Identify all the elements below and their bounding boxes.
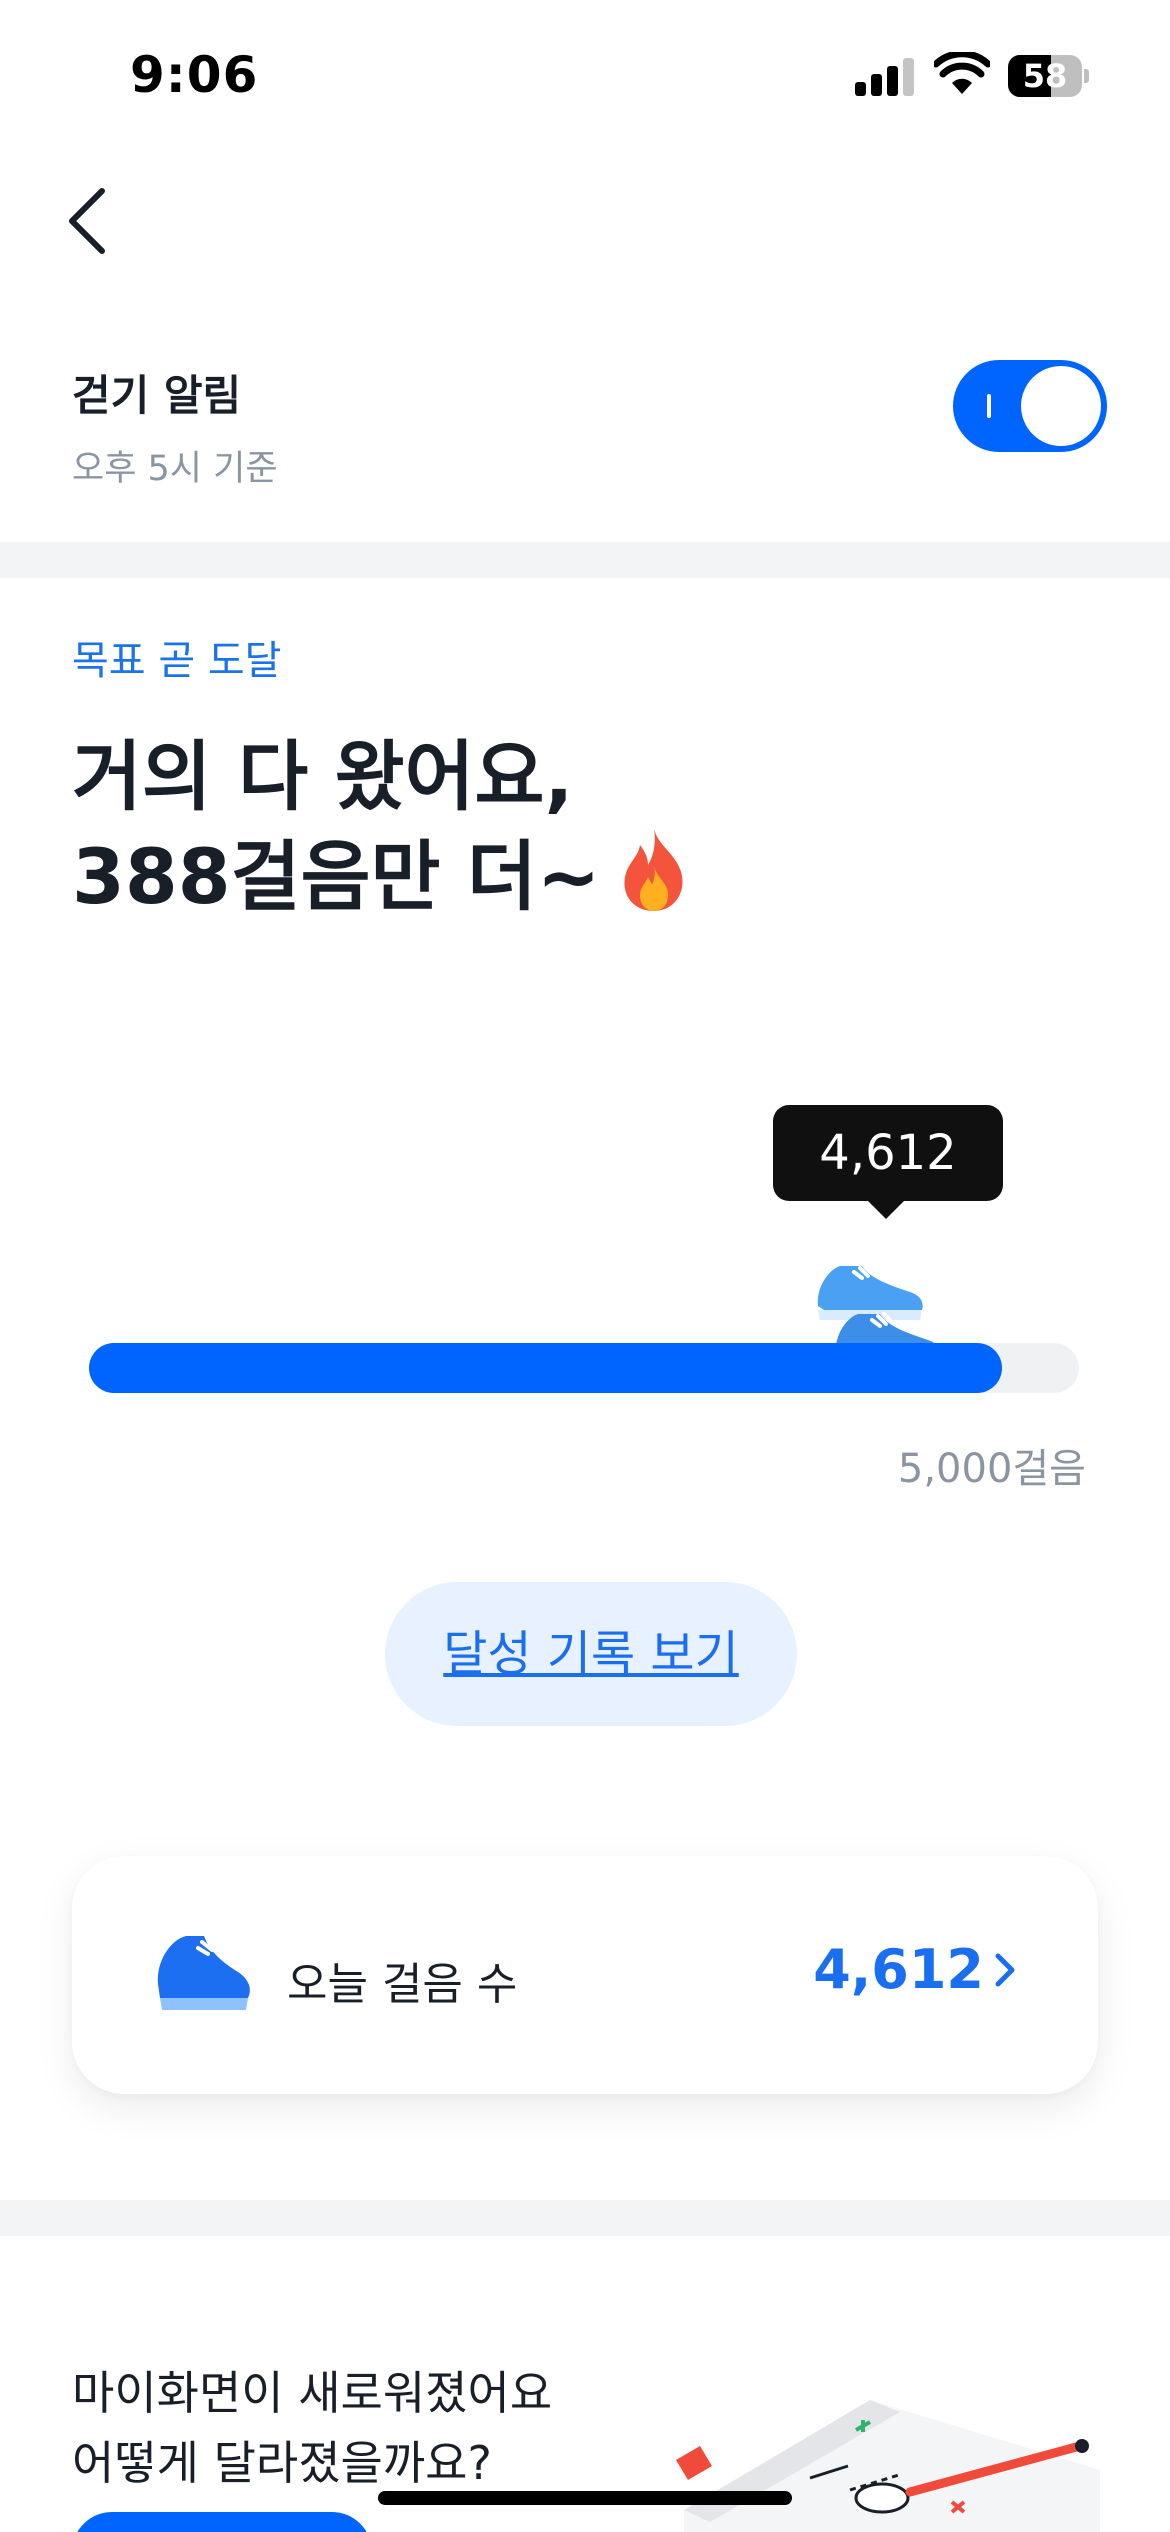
promo-line-2: 어떻게 달라졌을까요? (72, 2436, 492, 2490)
today-steps-card[interactable]: 오늘 걸음 수 4,612 (72, 1856, 1098, 2094)
shoe-icon (157, 1936, 250, 2010)
achievement-history-button[interactable]: 달성 기록 보기 (385, 1582, 797, 1726)
wifi-icon (934, 52, 990, 94)
promo-text: 마이화면이 새로워졌어요 어떻게 달라졌을까요? (72, 2358, 552, 2498)
home-indicator (378, 2491, 792, 2505)
goal-tag: 목표 곧 도달 (72, 638, 282, 684)
today-steps-value: 4,612 (813, 1938, 1018, 2001)
section-divider (0, 2200, 1170, 2236)
today-steps-number: 4,612 (813, 1938, 984, 2001)
status-time: 9:06 (130, 46, 259, 104)
promo-button[interactable] (72, 2512, 372, 2532)
fire-icon (624, 829, 683, 911)
tooltip-arrow (866, 1199, 906, 1219)
headline-line-2: 388걸음만 더~ (72, 832, 601, 921)
steps-progress-fill (89, 1343, 1003, 1393)
today-steps-label: 오늘 걸음 수 (287, 1959, 518, 2010)
current-steps-tooltip: 4,612 (773, 1105, 1003, 1201)
section-divider (0, 542, 1170, 578)
headline-line-1: 거의 다 왔어요, (72, 732, 574, 821)
toggle-knob (1021, 366, 1101, 446)
walk-alarm-subtitle: 오후 5시 기준 (72, 449, 278, 489)
walk-alarm-title: 걷기 알림 (72, 371, 242, 420)
goal-steps-label: 5,000걸음 (897, 1446, 1086, 1492)
battery-level: 58 (1022, 57, 1068, 95)
walk-alarm-toggle[interactable] (953, 360, 1107, 452)
back-button[interactable] (50, 175, 130, 265)
promo-line-1: 마이화면이 새로워졌어요 (72, 2366, 553, 2420)
chevron-right-icon (995, 1953, 1015, 1987)
cellular-signal-icon (855, 58, 915, 96)
battery-icon: 58 (1008, 55, 1089, 97)
goal-headline: 거의 다 왔어요, 388걸음만 더~ (72, 727, 694, 927)
steps-progress-bar (89, 1343, 1079, 1393)
back-chevron-icon (69, 188, 105, 254)
status-bar: 9:06 58 (0, 0, 1170, 150)
notebook-illustration (676, 2400, 1100, 2532)
